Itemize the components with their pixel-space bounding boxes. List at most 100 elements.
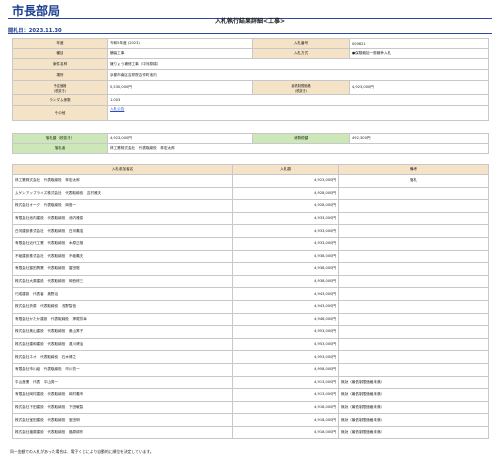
bid-amount-header: 入札額 [232, 164, 339, 175]
bid-method-value: ●保険競加一般競争入札 [349, 48, 489, 59]
bid-amount: 4,953,000円 [232, 350, 339, 364]
bid-remark [338, 262, 489, 276]
table-row: 不破建設株式会社 代表取締役 不破義夫 4,938,000円 [12, 249, 489, 264]
table-row: 有限会社岡村建設 代表取締役 岡村義市 4,913,000円 無効（最低制限価格未満… [12, 388, 489, 402]
bidder-name: 平山産業 代表 平山秀一 [12, 375, 233, 390]
bid-amount: 4,938,000円 [232, 274, 339, 289]
bid-amount: 4,938,000円 [232, 249, 339, 264]
table-row: 有限会社池内建設 代表取締役 池内雅俊 4,933,000円 [12, 211, 489, 226]
bid-remark [338, 312, 489, 327]
footer-note: 同一金額での入札があった場合は、電子くじにより自動的に順位を決定しています。 [10, 449, 154, 454]
award-amount-label: 落札額（税抜き） [12, 133, 108, 144]
project-name-label: 案件名称 [12, 58, 108, 70]
bid-amount: 4,938,000円 [232, 262, 339, 276]
bidder-name: 株式会社オーク 代表取締役 岡島一 [12, 199, 233, 213]
fiscal-year-value: 令和5年度 (2023) [107, 38, 253, 49]
min-price-value: 4,923,000円 [349, 80, 489, 95]
bidder-name: 株式会社福原建設 代表取締役 福原耕作 [12, 425, 233, 440]
table-row: 株式会社下田建設 代表取締役 下田敏智 4,918,000円 無効（最低制限価格未満… [12, 400, 489, 415]
bidder-name: 白河建設株式会社 代表取締役 白河義浩 [12, 224, 233, 238]
location-label: 場所 [12, 69, 108, 81]
category-label: 種目 [12, 48, 108, 59]
bidder-name: ムゲンアップライズ株式会社 代表取締役 吉村雅夫 [12, 186, 233, 201]
table-row: 株式会社奥山建設 代表取締役 奥山昇子 4,953,000円 [12, 325, 489, 339]
bid-remark [338, 287, 489, 301]
bidder-name: 林工業株式会社 代表取締役 林宏太郎 [12, 174, 233, 188]
bid-amount: 4,913,000円 [232, 375, 339, 390]
table-row: 巧成建設 代表者 奥野治 4,943,000円 [12, 287, 489, 301]
bid-remark [338, 350, 489, 364]
winner-label: 落札者 [12, 143, 108, 154]
bid-remark [338, 199, 489, 213]
bid-amount: 4,958,000円 [232, 362, 339, 377]
bidder-name-header: 入札参加者名 [12, 164, 233, 175]
bidder-name: 株式会社建和建設 代表取締役 遠川健治 [12, 337, 233, 352]
project-name-value: 擁りょう補修工事（中河原橋） [107, 58, 489, 70]
fiscal-year-label: 年度 [12, 38, 108, 49]
bid-amount: 4,943,000円 [232, 299, 339, 314]
bid-amount: 4,918,000円 [232, 413, 339, 427]
planned-price-header: 予定価格 （税抜き） [12, 80, 108, 95]
other-label: その他 [12, 105, 108, 121]
table-row: 株式会社オーク 代表取締役 岡島一 4,928,000円 [12, 199, 489, 213]
bid-amount: 4,948,000円 [232, 312, 339, 327]
bid-remark [338, 211, 489, 226]
bid-remark: 無効（最低制限価格未満） [338, 400, 489, 415]
bidder-name: 有限会社冨田興業 代表取締役 冨田聡 [12, 262, 233, 276]
table-row: 株式会社折原 代表取締役 浅野智信 4,943,000円 [12, 299, 489, 314]
bid-amount: 4,928,000円 [232, 199, 339, 213]
bid-remark: 無効（最低制限価格未満） [338, 375, 489, 390]
table-row: 白河建設株式会社 代表取締役 白河義浩 4,933,000円 [12, 224, 489, 238]
winner-value: 林工業株式会社 代表取締役 林宏太郎 [107, 143, 489, 154]
tax-value: 492,300円 [349, 133, 489, 144]
bid-amount: 4,933,000円 [232, 224, 339, 238]
table-row: 株式会社ネオ 代表取締役 石木博之 4,953,000円 [12, 350, 489, 364]
bidder-name: 株式会社宝田建設 代表取締役 宝田明 [12, 413, 233, 427]
page-title: 入札執行結果詳細<工事> [214, 18, 286, 25]
location-value: 京都市南区吉祥院吉作町池内 [107, 69, 489, 81]
bid-remark [338, 224, 489, 238]
bidders-body: 林工業株式会社 代表取締役 林宏太郎 4,923,000円 落札 ムゲンアップライズ株… [12, 174, 489, 440]
bidders-table: 入札参加者名 入札額 備考 林工業株式会社 代表取締役 林宏太郎 4,923,00… [12, 164, 489, 440]
table-row: 有限会社近代工業 代表取締役 木原正雄 4,933,000円 [12, 236, 489, 251]
bid-amount: 4,933,000円 [232, 236, 339, 251]
bid-amount: 4,953,000円 [232, 337, 339, 352]
bid-remark: 落札 [338, 174, 489, 188]
bidder-name: 有限会社池内建設 代表取締役 池内雅俊 [12, 211, 233, 226]
table-row: 株式会社建和建設 代表取締役 遠川健治 4,953,000円 [12, 337, 489, 352]
bid-number-value: 000621 [349, 38, 489, 49]
result-table: 落札額（税抜き） 4,923,000円 消費税額 492,300円 落札者 林工… [12, 133, 489, 154]
bid-remark: 無効（最低制限価格未満） [338, 388, 489, 402]
bid-amount: 4,918,000円 [232, 400, 339, 415]
bid-amount: 4,928,000円 [232, 186, 339, 201]
table-row: 株式会社大原建設 代表取締役 岡西修三 4,938,000円 [12, 274, 489, 289]
bidder-name: 株式会社ネオ 代表取締役 石木博之 [12, 350, 233, 364]
table-row: 有限会社市川組 代表取締役 市川芳一 4,958,000円 [12, 362, 489, 377]
table-row: 林工業株式会社 代表取締役 林宏太郎 4,923,000円 落札 [12, 174, 489, 188]
bid-amount: 4,943,000円 [232, 287, 339, 301]
bid-amount: 4,933,000円 [232, 211, 339, 226]
planned-price-value: 5,530,000円 [107, 80, 253, 95]
table-row: 有限会社かたか建設 代表取締役 押尾芳幸 4,948,000円 [12, 312, 489, 327]
bid-remark [338, 337, 489, 352]
bid-remark [338, 362, 489, 377]
min-price-header: 最低制限価格 （税抜き） [252, 80, 350, 95]
remarks-header: 備考 [338, 164, 489, 175]
bid-remark [338, 325, 489, 339]
bid-remark [338, 274, 489, 289]
bid-amount: 4,953,000円 [232, 325, 339, 339]
bid-remark [338, 236, 489, 251]
bidder-name: 株式会社大原建設 代表取締役 岡西修三 [12, 274, 233, 289]
min-price-sub: （税抜き） [293, 88, 309, 93]
bidder-name: 有限会社かたか建設 代表取締役 押尾芳幸 [12, 312, 233, 327]
rank-label: ランダム係数 [12, 94, 108, 106]
bidder-name: 有限会社岡村建設 代表取締役 岡村義市 [12, 388, 233, 402]
bidder-name: 株式会社奥山建設 代表取締役 奥山昇子 [12, 325, 233, 339]
bid-amount: 4,918,000円 [232, 425, 339, 440]
other-cell: 入札公告 [107, 105, 489, 121]
bidder-name: 有限会社近代工業 代表取締役 木原正雄 [12, 236, 233, 251]
table-row: 株式会社宝田建設 代表取締役 宝田明 4,918,000円 無効（最低制限価格未満） [12, 413, 489, 427]
bid-method-label: 入札方式 [252, 48, 350, 59]
table-row: ムゲンアップライズ株式会社 代表取締役 吉村雅夫 4,928,000円 [12, 186, 489, 201]
bid-notice-link[interactable]: 入札公告 [110, 107, 124, 111]
